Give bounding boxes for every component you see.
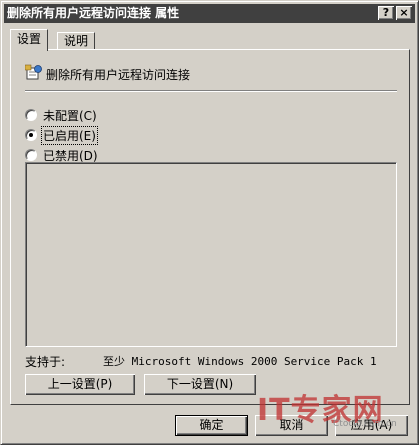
options-area — [25, 162, 397, 347]
policy-setting-icon — [25, 64, 42, 80]
help-button[interactable]: ? — [378, 6, 394, 20]
site-watermark: IT专家网 Ctocio.com.cn — [253, 385, 413, 443]
supported-on-label: 支持于: — [25, 355, 66, 369]
settings-panel: 删除所有用户远程访问连接 未配置(C) 已启用(E) 已禁用(D) 支持于: 至… — [10, 49, 410, 405]
ok-button[interactable]: 确定 — [175, 415, 248, 436]
window-title: 删除所有用户远程访问连接 属性 — [7, 6, 180, 20]
radio-not-configured-circle[interactable] — [25, 109, 37, 121]
radio-not-configured-label[interactable]: 未配置(C) — [42, 107, 98, 124]
radio-enabled-circle[interactable] — [25, 129, 37, 141]
supported-on-value: 至少 Microsoft Windows 2000 Service Pack 1 — [103, 355, 377, 368]
radio-disabled-circle[interactable] — [25, 149, 37, 161]
policy-name: 删除所有用户远程访问连接 — [46, 68, 191, 82]
separator — [25, 90, 397, 92]
properties-dialog: 删除所有用户远程访问连接 属性 ? × 设置 说明 删除所有用户远程访问连接 未… — [0, 0, 419, 445]
watermark-url: Ctocio.com.cn — [333, 419, 397, 429]
next-setting-button[interactable]: 下一设置(N) — [144, 374, 256, 395]
previous-setting-button[interactable]: 上一设置(P) — [25, 374, 135, 395]
radio-enabled-label[interactable]: 已启用(E) — [41, 126, 98, 145]
tab-settings[interactable]: 设置 — [10, 29, 49, 51]
tab-explain[interactable]: 说明 — [57, 32, 96, 50]
tab-settings-label: 设置 — [17, 32, 42, 46]
close-button[interactable]: × — [396, 6, 412, 20]
title-bar[interactable]: 删除所有用户远程访问连接 属性 ? × — [4, 4, 415, 23]
tab-explain-label: 说明 — [64, 34, 89, 48]
